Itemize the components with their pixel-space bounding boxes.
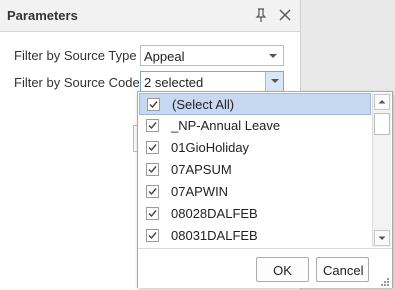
ok-button[interactable]: OK xyxy=(256,257,309,282)
list-item[interactable]: 07APSUM xyxy=(139,159,371,181)
panel-title: Parameters xyxy=(7,8,78,23)
list-item[interactable]: 01GioHoliday xyxy=(139,137,371,159)
resize-grip-icon[interactable] xyxy=(380,276,390,286)
source-type-value: Appeal xyxy=(144,49,185,64)
cancel-button[interactable]: Cancel xyxy=(316,257,369,282)
checkbox[interactable] xyxy=(146,163,159,176)
scroll-up-button[interactable] xyxy=(374,94,390,110)
close-icon[interactable] xyxy=(276,6,294,24)
checkbox[interactable] xyxy=(146,229,159,242)
list-item[interactable]: (Select All) xyxy=(139,93,371,115)
pin-icon[interactable] xyxy=(252,6,270,24)
checkbox[interactable] xyxy=(146,207,159,220)
list-item-label: 07APSUM xyxy=(171,162,232,177)
source-code-label: Filter by Source Code xyxy=(14,75,140,90)
list-item-label: 08028DALFEB xyxy=(171,206,258,221)
list-item[interactable]: 08028DALFEB xyxy=(139,203,371,225)
list-item-label: _NP-Annual Leave xyxy=(171,118,281,133)
list-item[interactable]: 08031DALFEB xyxy=(139,225,371,247)
list-item-label: 01GioHoliday xyxy=(171,140,250,155)
source-type-label: Filter by Source Type xyxy=(14,48,137,63)
list-item-label: 07APWIN xyxy=(171,184,229,199)
scrollbar-thumb[interactable] xyxy=(374,113,390,135)
list-item[interactable]: 07APWIN xyxy=(139,181,371,203)
source-code-select[interactable]: 2 selected xyxy=(140,71,284,92)
source-code-list: (Select All) _NP-Annual Leave 01GioHolid… xyxy=(139,93,371,247)
source-type-select[interactable]: Appeal xyxy=(140,45,284,66)
list-item-label: (Select All) xyxy=(172,97,235,112)
checkbox[interactable] xyxy=(147,98,160,111)
list-item[interactable]: _NP-Annual Leave xyxy=(139,115,371,137)
scroll-down-button[interactable] xyxy=(374,230,390,246)
chevron-down-icon xyxy=(269,54,277,58)
source-code-value: 2 selected xyxy=(144,75,204,90)
source-code-dropdown-button[interactable] xyxy=(265,72,283,91)
scrollbar[interactable] xyxy=(372,93,391,247)
checkbox[interactable] xyxy=(146,141,159,154)
checkbox[interactable] xyxy=(146,185,159,198)
chevron-down-icon xyxy=(271,79,279,83)
source-code-dropdown: (Select All) _NP-Annual Leave 01GioHolid… xyxy=(137,91,393,288)
panel-header: Parameters xyxy=(0,0,300,32)
list-item-label: 08031DALFEB xyxy=(171,228,258,243)
dropdown-footer: OK Cancel xyxy=(138,248,392,288)
checkbox[interactable] xyxy=(146,119,159,132)
